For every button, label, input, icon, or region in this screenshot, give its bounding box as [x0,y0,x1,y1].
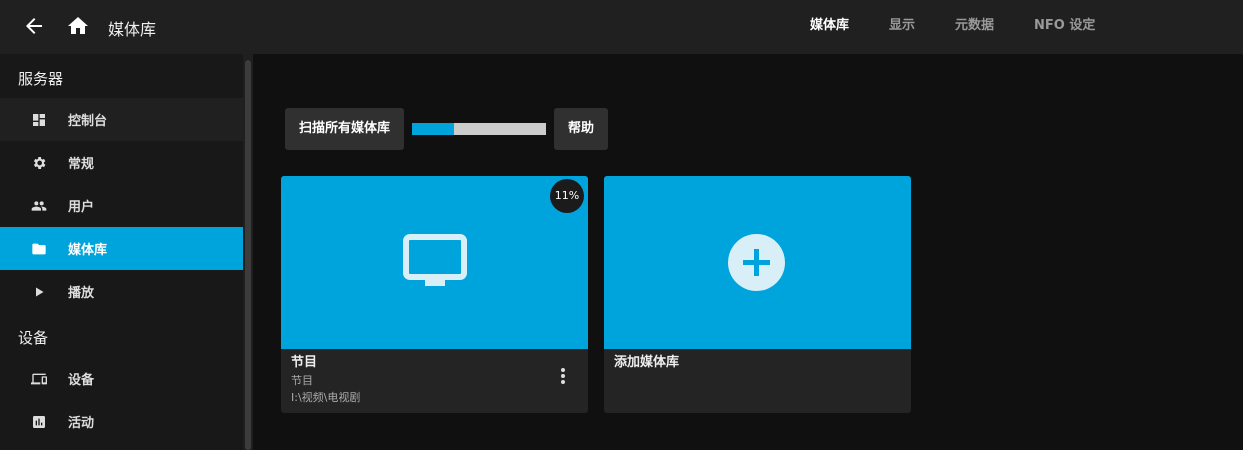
scan-all-libraries-button[interactable]: 扫描所有媒体库 [285,108,405,150]
sidebar-item-playback[interactable]: 播放 [0,270,243,313]
more-vert-icon[interactable] [558,367,568,385]
sidebar-item-libraries[interactable]: 媒体库 [0,227,243,270]
help-button[interactable]: 帮助 [554,108,609,150]
users-icon [30,197,48,215]
sidebar-item-label: 媒体库 [68,243,108,258]
scan-progress-bar [412,123,547,135]
add-library-button[interactable] [604,176,911,349]
gear-icon [30,154,48,172]
tv-icon [403,234,467,286]
sidebar-item-dashboard[interactable]: 控制台 [0,98,243,141]
page-title: 媒体库 [108,20,157,39]
sidebar-item-label: 活动 [68,416,95,431]
plus-icon [728,234,785,291]
add-library-footer: 添加媒体库 [604,349,911,377]
tab-libraries[interactable]: 媒体库 [790,0,869,54]
add-library-card: 添加媒体库 [604,176,911,413]
sidebar-item-users[interactable]: 用户 [0,184,243,227]
library-type: 节目 [291,374,313,387]
tab-display[interactable]: 显示 [869,0,935,54]
devices-icon [30,370,48,388]
sidebar-section-devices: 设备 [18,329,49,347]
sidebar-item-label: 播放 [68,286,95,301]
sidebar-item-label: 控制台 [68,114,108,129]
library-toolbar: 扫描所有媒体库 帮助 [285,108,609,150]
sidebar-item-label: 常规 [68,157,95,172]
folder-icon [30,240,48,258]
sidebar-item-label: 设备 [68,373,95,388]
library-card: 11% 节目 节目 I:\视频\电视剧 [281,176,588,413]
library-title: 节目 [291,355,318,370]
dashboard-icon [30,111,48,129]
play-icon [30,283,48,301]
tab-metadata[interactable]: 元数据 [935,0,1014,54]
library-path: I:\视频\电视剧 [291,391,361,404]
sidebar-scrollbar-thumb[interactable] [245,60,251,450]
sidebar-item-general[interactable]: 常规 [0,141,243,184]
arrow-left-icon[interactable] [22,14,46,38]
library-card-footer: 节目 节目 I:\视频\电视剧 [281,349,588,411]
home-icon[interactable] [66,14,90,38]
header: 媒体库 媒体库 显示 元数据 NFO 设定 [0,0,1243,54]
sidebar-item-label: 用户 [68,200,95,215]
sidebar-item-devices[interactable]: 设备 [0,357,243,400]
library-scan-progress-badge: 11% [550,179,584,213]
scan-progress-fill [412,123,454,135]
sidebar-item-activity[interactable]: 活动 [0,400,243,443]
sidebar: 服务器 控制台 常规 用户 媒体库 播放 设备 设备 活动 [0,54,243,450]
library-card-image[interactable]: 11% [281,176,588,349]
tab-nfo-settings[interactable]: NFO 设定 [1014,0,1115,54]
activity-icon [30,413,48,431]
sidebar-section-server: 服务器 [18,70,64,88]
add-library-label: 添加媒体库 [614,355,680,370]
header-tabs: 媒体库 显示 元数据 NFO 设定 [790,0,1115,54]
